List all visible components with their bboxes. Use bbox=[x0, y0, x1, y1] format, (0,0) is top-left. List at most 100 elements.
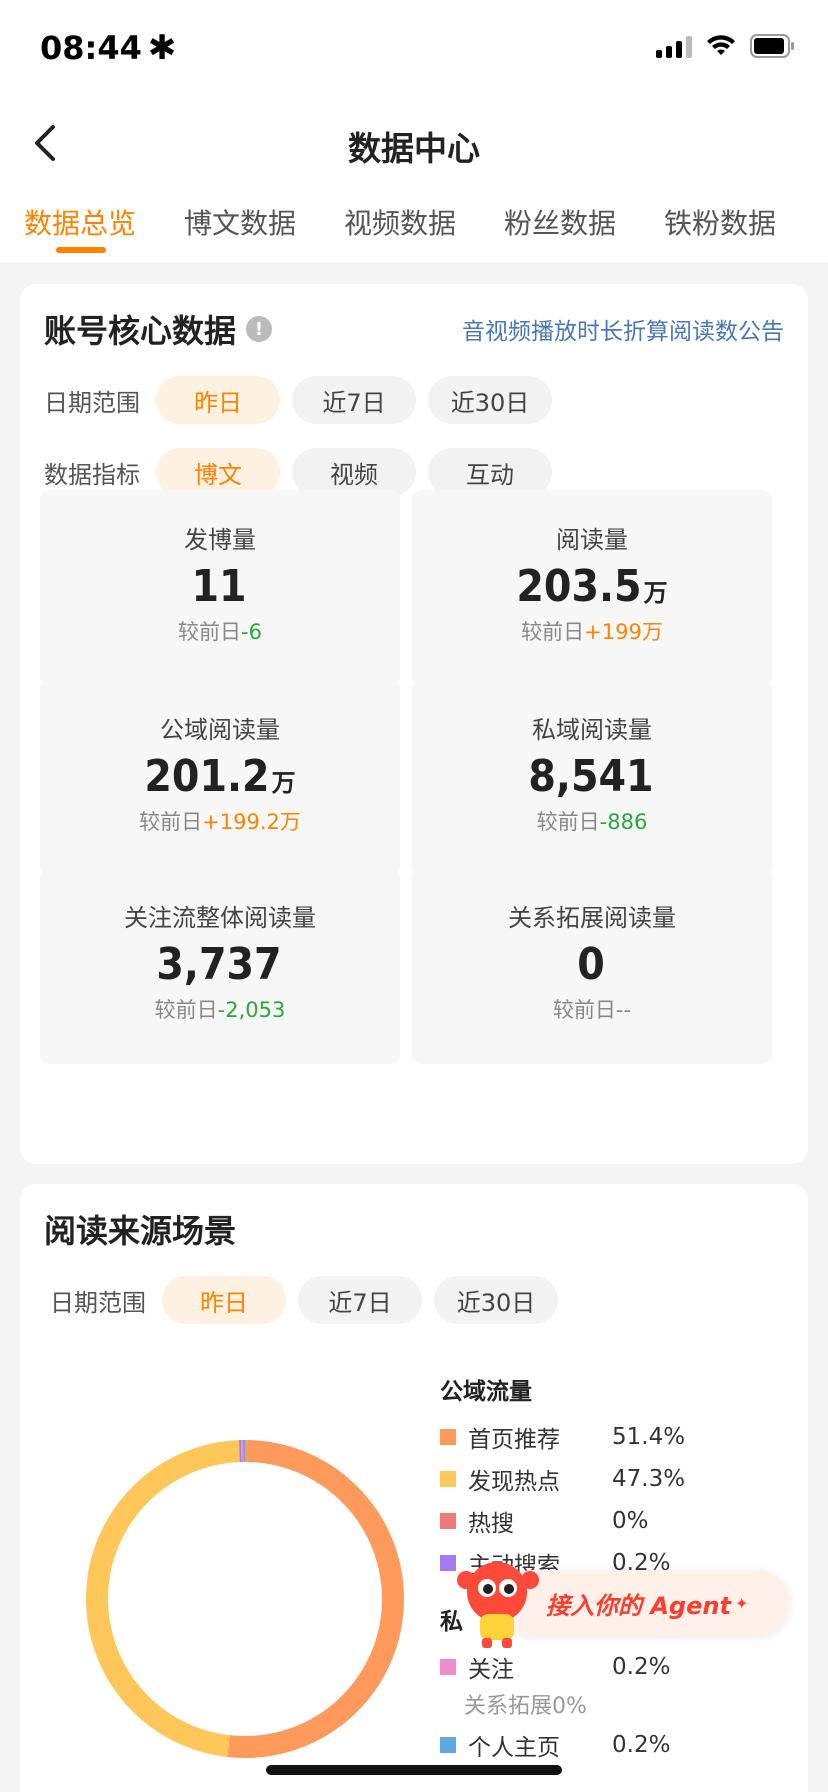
relation-expand-note: 关系拓展0% bbox=[464, 1694, 587, 1719]
legend-name: 个人主页 bbox=[468, 1735, 560, 1761]
legend-percent: 0.2% bbox=[612, 1732, 671, 1758]
legend-item: 热搜 0% bbox=[440, 1500, 800, 1542]
source-date-filter: 日期范围 昨日 近7日 近30日 bbox=[50, 1276, 558, 1324]
donut-slice-1 bbox=[86, 1440, 240, 1758]
reading-source-title: 阅读来源场景 bbox=[44, 1212, 237, 1250]
legend-swatch bbox=[440, 1737, 456, 1753]
asterisk-icon: ✱ bbox=[147, 28, 177, 68]
legend-name: 发现热点 bbox=[468, 1469, 560, 1495]
metric-filter-label: 数据指标 bbox=[44, 460, 140, 489]
legend-swatch bbox=[440, 1471, 456, 1487]
chip-7days[interactable]: 近7日 bbox=[292, 376, 416, 424]
core-data-title: 账号核心数据 ! bbox=[44, 306, 273, 352]
notice-link[interactable]: 音视频播放时长折算阅读数公告 bbox=[462, 312, 784, 346]
agent-entry-label: 接入你的 Agent bbox=[546, 1591, 731, 1620]
source-date-label: 日期范围 bbox=[50, 1288, 146, 1317]
home-indicator bbox=[266, 1765, 562, 1775]
stat-posts-count: 发博量 11 较前日-6 bbox=[40, 490, 400, 686]
stat-label: 私域阅读量 bbox=[532, 716, 652, 744]
legend-item: 首页推荐 51.4% bbox=[440, 1416, 800, 1458]
stat-value: 203.5万 bbox=[516, 561, 668, 612]
mascot-icon[interactable] bbox=[452, 1552, 542, 1652]
stat-private-reads: 私域阅读量 8,541 较前日-886 bbox=[412, 680, 772, 876]
tab-fans-data[interactable]: 粉丝数据 bbox=[480, 190, 640, 263]
stat-unit: 万 bbox=[643, 579, 668, 607]
agent-entry-button[interactable]: 接入你的 Agent ✦ bbox=[500, 1570, 790, 1636]
core-data-title-text: 账号核心数据 bbox=[44, 312, 237, 350]
stat-label: 关系拓展阅读量 bbox=[508, 904, 676, 932]
source-donut-chart bbox=[86, 1440, 404, 1758]
core-date-filter: 日期范围 昨日 近7日 近30日 bbox=[44, 376, 552, 424]
stat-relation-reads: 关系拓展阅读量 0 较前日-- bbox=[412, 868, 772, 1064]
stat-compare: 较前日+199万 bbox=[521, 620, 663, 644]
legend-name: 热搜 bbox=[468, 1511, 514, 1537]
stat-label: 公域阅读量 bbox=[160, 716, 280, 744]
stat-label: 关注流整体阅读量 bbox=[124, 904, 316, 932]
stat-reads: 阅读量 203.5万较前日+199万 bbox=[412, 490, 772, 686]
chip-interaction[interactable]: 互动 bbox=[428, 448, 552, 496]
tab-post-data[interactable]: 博文数据 bbox=[160, 190, 320, 263]
legend-percent: 0.2% bbox=[612, 1654, 671, 1680]
info-icon[interactable]: ! bbox=[246, 316, 273, 342]
sparkle-icon: ✦ bbox=[734, 1593, 749, 1613]
stat-value: 201.2万 bbox=[144, 751, 296, 802]
public-traffic-heading: 公域流量 bbox=[440, 1379, 532, 1405]
tab-iron-fans-data[interactable]: 铁粉数据 bbox=[640, 190, 800, 263]
stat-follow-feed-reads: 关注流整体阅读量 3,737 较前日-2,053 bbox=[40, 868, 400, 1064]
stat-label: 发博量 bbox=[184, 526, 256, 554]
chip-yesterday[interactable]: 昨日 bbox=[156, 376, 280, 424]
stat-delta: +199万 bbox=[584, 620, 663, 644]
stat-delta: -6 bbox=[241, 620, 262, 644]
stat-value: 0 bbox=[577, 939, 605, 990]
chip-source-30days[interactable]: 近30日 bbox=[434, 1276, 558, 1324]
status-time: 08:44 ✱ bbox=[40, 28, 176, 68]
legend-percent: 51.4% bbox=[612, 1424, 686, 1450]
reading-source-card: 阅读来源场景 日期范围 昨日 近7日 近30日 公域流量 首页推荐 51.4% 发现… bbox=[20, 1184, 808, 1792]
stat-compare: 较前日-6 bbox=[178, 620, 262, 644]
nav-bar: 数据中心 bbox=[0, 100, 828, 190]
legend-name: 关注 bbox=[468, 1657, 514, 1683]
chip-video[interactable]: 视频 bbox=[292, 448, 416, 496]
legend-percent: 47.3% bbox=[612, 1466, 686, 1492]
core-data-card: 账号核心数据 ! 音视频播放时长折算阅读数公告 日期范围 昨日 近7日 近30日… bbox=[20, 284, 808, 1164]
tab-overview[interactable]: 数据总览 bbox=[0, 190, 160, 263]
stat-delta: -2,053 bbox=[217, 998, 286, 1022]
clock-text: 08:44 bbox=[40, 29, 142, 67]
legend-item: 发现热点 47.3% bbox=[440, 1458, 800, 1500]
legend-swatch bbox=[440, 1429, 456, 1445]
stat-value: 8,541 bbox=[528, 751, 654, 802]
battery-icon bbox=[750, 34, 796, 58]
legend-percent: 0% bbox=[612, 1508, 649, 1534]
signal-icon bbox=[656, 34, 692, 58]
stat-delta: +199.2万 bbox=[202, 810, 301, 834]
date-filter-label: 日期范围 bbox=[44, 388, 140, 417]
wifi-icon bbox=[706, 35, 736, 57]
legend-swatch bbox=[440, 1513, 456, 1529]
chip-source-yesterday[interactable]: 昨日 bbox=[162, 1276, 286, 1324]
tab-bar: 数据总览 博文数据 视频数据 粉丝数据 铁粉数据 bbox=[0, 190, 828, 264]
status-indicators bbox=[656, 34, 796, 58]
stat-unit: 万 bbox=[271, 769, 296, 797]
donut-slice-0 bbox=[227, 1440, 404, 1758]
stat-compare: 较前日-2,053 bbox=[154, 998, 286, 1022]
stat-compare: 较前日+199.2万 bbox=[139, 810, 301, 834]
page-title: 数据中心 bbox=[348, 129, 480, 168]
stat-compare: 较前日-886 bbox=[536, 810, 648, 834]
legend-item: 个人主页 0.2% bbox=[440, 1724, 800, 1766]
chip-posts[interactable]: 博文 bbox=[156, 448, 280, 496]
legend-swatch bbox=[440, 1659, 456, 1675]
stat-delta: -886 bbox=[599, 810, 648, 834]
stat-value: 11 bbox=[191, 561, 247, 612]
stat-public-reads: 公域阅读量 201.2万较前日+199.2万 bbox=[40, 680, 400, 876]
tab-video-data[interactable]: 视频数据 bbox=[320, 190, 480, 263]
stat-label: 阅读量 bbox=[556, 526, 628, 554]
legend-name: 首页推荐 bbox=[468, 1427, 560, 1453]
stat-value: 3,737 bbox=[156, 939, 282, 990]
status-bar: 08:44 ✱ bbox=[0, 0, 828, 100]
chip-30days[interactable]: 近30日 bbox=[428, 376, 552, 424]
stat-compare: 较前日-- bbox=[552, 998, 632, 1022]
stat-delta: -- bbox=[615, 998, 632, 1022]
chip-source-7days[interactable]: 近7日 bbox=[298, 1276, 422, 1324]
legend-item: 关注 0.2% bbox=[440, 1646, 800, 1688]
core-metric-filter: 数据指标 博文 视频 互动 bbox=[44, 448, 552, 496]
